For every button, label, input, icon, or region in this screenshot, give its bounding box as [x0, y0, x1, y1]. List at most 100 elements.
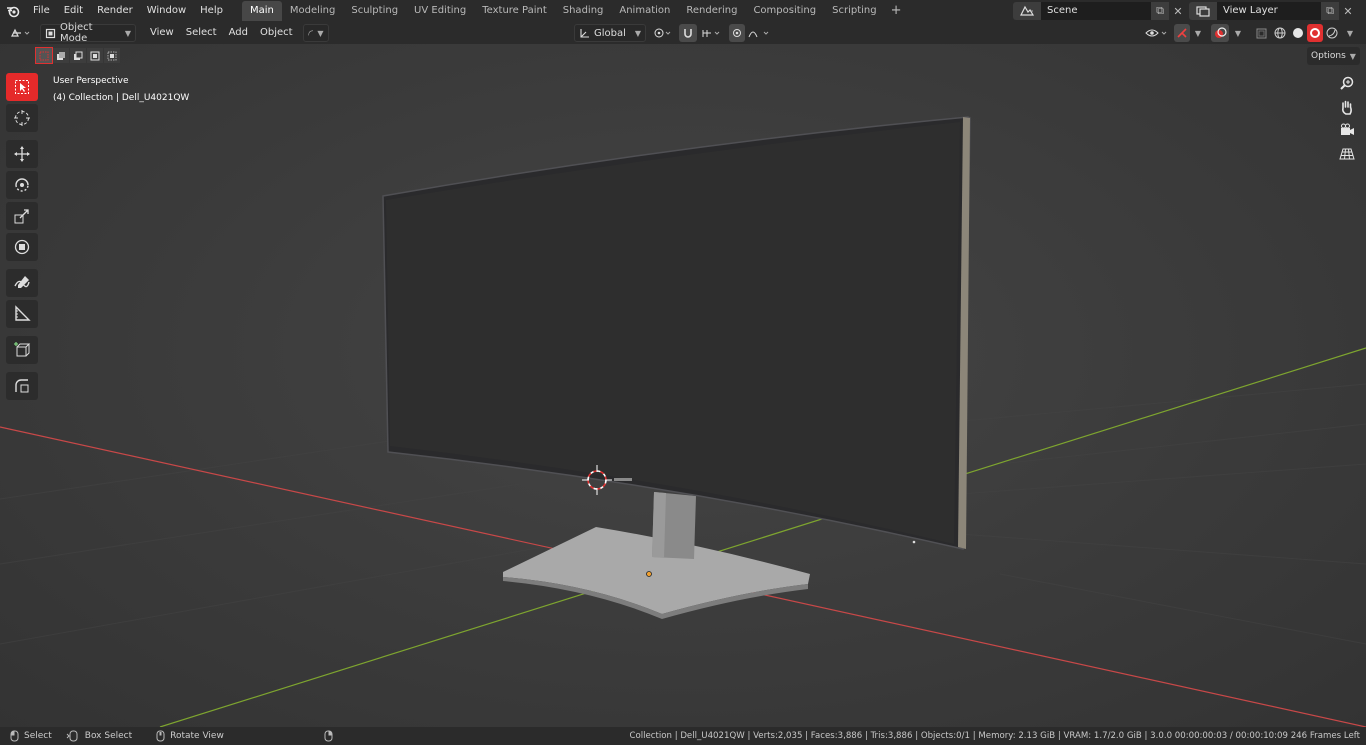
rotate-view-hint-label: Rotate View [170, 731, 224, 741]
viewport-scene [0, 116, 1366, 727]
select-extend-button[interactable] [53, 48, 69, 63]
menu-view[interactable]: View [144, 22, 180, 44]
shading-dropdown[interactable]: ▼ [1343, 24, 1357, 42]
delete-scene-button[interactable]: ✕ [1169, 2, 1187, 20]
gizmo-icon [1177, 28, 1187, 38]
pivot-icon [654, 28, 671, 38]
tab-uv-editing[interactable]: UV Editing [406, 1, 474, 21]
scene-name-field[interactable]: Scene [1041, 2, 1151, 20]
duplicate-icon: ⧉ [1326, 4, 1334, 17]
mode-select[interactable]: Object Mode ▼ [40, 22, 136, 44]
menu-edit[interactable]: Edit [57, 0, 90, 22]
orientation-icon [580, 28, 589, 38]
pivot-point-dropdown[interactable] [650, 24, 676, 42]
new-scene-button[interactable]: ⧉ [1151, 2, 1169, 20]
editor-type-button[interactable] [6, 24, 36, 42]
perspective-label: User Perspective [53, 76, 129, 86]
select-hint-label: Select [24, 731, 52, 741]
add-cube-icon [14, 342, 31, 357]
menu-help[interactable]: Help [193, 0, 230, 22]
shading-wireframe-button[interactable] [1272, 24, 1288, 42]
shading-solid-button[interactable] [1290, 24, 1306, 42]
proportional-falloff-dropdown[interactable] [747, 24, 773, 42]
transform-orientation-dropdown[interactable]: Global ▼ [574, 24, 646, 42]
tool-scale[interactable] [6, 202, 38, 230]
tool-measure[interactable] [6, 300, 38, 328]
tool-cursor[interactable] [6, 104, 38, 132]
tab-scripting[interactable]: Scripting [824, 1, 884, 21]
show-overlays-toggle[interactable] [1211, 24, 1229, 42]
tab-texture-paint[interactable]: Texture Paint [474, 1, 555, 21]
scene-browse-button[interactable] [1013, 2, 1041, 20]
camera-view-button[interactable] [1336, 119, 1358, 141]
shading-material-preview-button[interactable] [1307, 24, 1323, 42]
tool-add-cube[interactable] [6, 336, 38, 364]
select-invert-button[interactable] [87, 48, 103, 63]
scene-statistics: Collection | Dell_U4021QW | Verts:2,035 … [629, 731, 1360, 741]
toggle-perspective-button[interactable] [1336, 143, 1358, 165]
gizmo-shape-dropdown[interactable]: ▼ [302, 24, 329, 42]
options-dropdown[interactable]: Options ▼ [1307, 47, 1360, 65]
tool-extrude[interactable] [6, 372, 38, 400]
tool-transform[interactable] [6, 233, 38, 261]
tab-shading[interactable]: Shading [555, 1, 612, 21]
object-visibility-dropdown[interactable] [1143, 24, 1171, 42]
menu-window[interactable]: Window [140, 0, 193, 22]
status-bar: Select Box Select Rotate View Collection… [0, 727, 1366, 745]
curve-icon [307, 30, 313, 36]
tool-move[interactable] [6, 140, 38, 168]
tab-rendering[interactable]: Rendering [678, 1, 745, 21]
orientation-label: Global [594, 27, 626, 39]
pan-view-button[interactable] [1336, 96, 1358, 118]
new-view-layer-button[interactable]: ⧉ [1321, 2, 1339, 20]
proportional-editing-toggle[interactable] [729, 24, 745, 42]
delete-view-layer-button[interactable]: ✕ [1339, 2, 1357, 20]
select-subtract-button[interactable] [70, 48, 86, 63]
3d-viewport[interactable]: User Perspective (4) Collection | Dell_U… [0, 44, 1366, 727]
status-context-menu-hint [324, 730, 333, 742]
chevron-down-icon: ▼ [317, 28, 324, 38]
select-new-button[interactable] [35, 47, 53, 64]
add-workspace-button[interactable]: + [885, 1, 908, 21]
mode-label: Object Mode [60, 22, 93, 44]
select-invert-icon [90, 51, 100, 60]
collection-label: (4) Collection | Dell_U4021QW [53, 93, 190, 103]
tab-animation[interactable]: Animation [611, 1, 678, 21]
solid-sphere-icon [1293, 28, 1303, 38]
tool-rotate[interactable] [6, 171, 38, 199]
mouse-drag-icon [66, 730, 78, 742]
select-subtract-icon [74, 51, 83, 60]
tab-main[interactable]: Main [241, 1, 282, 21]
overlays-dropdown[interactable]: ▼ [1231, 24, 1245, 42]
blender-logo-icon[interactable] [0, 0, 26, 22]
view-layer-name-field[interactable]: View Layer [1217, 2, 1321, 20]
overlays-icon [1214, 26, 1227, 38]
annotate-icon [14, 276, 30, 288]
chevron-down-icon: ▼ [1349, 51, 1356, 61]
mouse-middle-icon [156, 730, 165, 742]
toggle-xray-button[interactable] [1253, 24, 1269, 42]
tool-select-box[interactable] [6, 73, 38, 101]
zoom-view-button[interactable] [1336, 72, 1358, 94]
chevron-down-icon: ▼ [1194, 28, 1202, 38]
tool-annotate[interactable] [6, 269, 38, 297]
tab-modeling[interactable]: Modeling [282, 1, 344, 21]
select-box-icon [15, 80, 29, 94]
view-layer-browse-button[interactable] [1189, 2, 1217, 20]
show-gizmo-toggle[interactable] [1174, 24, 1190, 42]
tab-compositing[interactable]: Compositing [745, 1, 824, 21]
menu-add[interactable]: Add [223, 22, 254, 44]
menu-render[interactable]: Render [90, 0, 140, 22]
transform-icon [14, 239, 30, 255]
shading-rendered-button[interactable] [1324, 24, 1340, 42]
snap-target-dropdown[interactable] [699, 24, 725, 42]
tab-sculpting[interactable]: Sculpting [343, 1, 406, 21]
visibility-eye-icon [1145, 29, 1167, 37]
gizmo-dropdown[interactable]: ▼ [1191, 24, 1205, 42]
menu-select[interactable]: Select [180, 22, 223, 44]
select-intersect-button[interactable] [104, 48, 120, 63]
box-select-hint-label: Box Select [84, 731, 133, 741]
snap-toggle[interactable] [679, 24, 697, 42]
menu-object[interactable]: Object [254, 22, 299, 44]
menu-file[interactable]: File [26, 0, 57, 22]
